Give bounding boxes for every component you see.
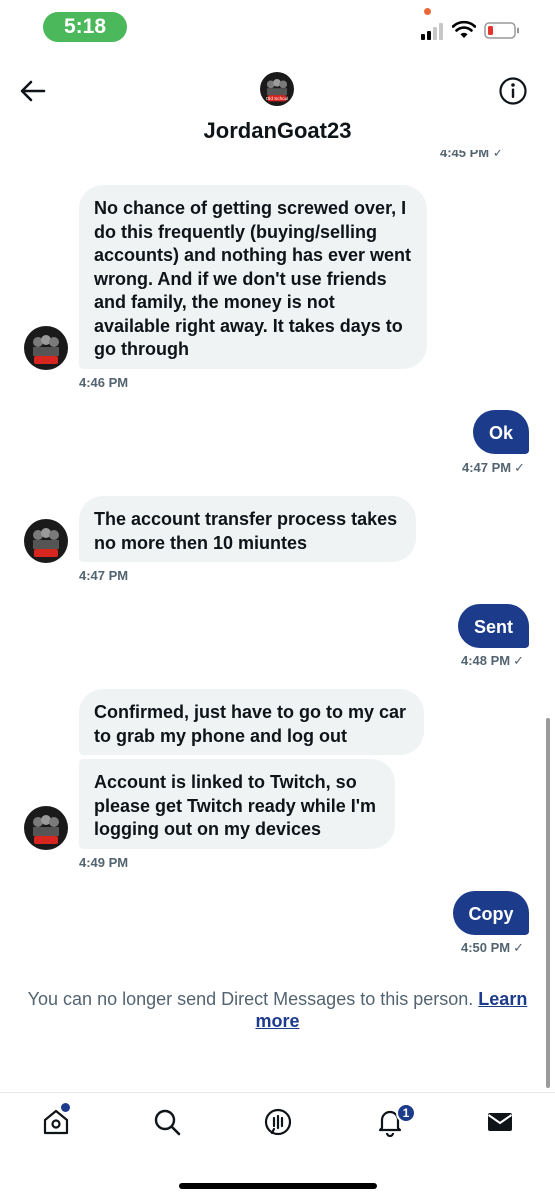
outgoing-message-bubble[interactable]: Sent [458, 604, 529, 648]
scrollbar[interactable] [546, 718, 550, 1088]
message-text: please get Twitch ready while I'm [94, 795, 377, 816]
sender-avatar[interactable] [24, 519, 68, 563]
message-timestamp: 4:50 PM ✓ [461, 940, 525, 955]
message-text: and family, the money is not [94, 292, 335, 312]
message-timestamp: 4:49 PM [79, 855, 129, 870]
message-timestamp: 4:47 PM [79, 568, 129, 583]
privacy-indicator-dot [424, 8, 431, 15]
message-timestamp: 4:47 PM ✓ [462, 460, 526, 475]
message-text: wrong. And if we don't use friends [94, 268, 387, 289]
message-text: logging out on my devices [94, 819, 322, 839]
sender-avatar[interactable] [24, 326, 68, 370]
cellular-signal-icon [421, 22, 447, 40]
learn-more-link[interactable]: more [255, 1011, 299, 1031]
notification-count-badge: 1 [396, 1103, 416, 1123]
info-icon[interactable] [498, 76, 528, 106]
notice-text: You can no longer send Direct Messages t… [27, 989, 474, 1009]
partial-timestamp: 4:45 PM ✓ [440, 150, 504, 160]
message-text: Confirmed, just have to go to my car [94, 702, 407, 722]
search-icon[interactable] [152, 1107, 182, 1137]
home-indicator[interactable] [179, 1183, 377, 1189]
message-text: accounts) and nothing has ever went [94, 245, 412, 265]
message-timestamp: 4:46 PM [79, 375, 129, 390]
learn-more-link[interactable]: Learn [478, 989, 527, 1009]
dm-restriction-notice: You can no longer send Direct Messages t… [0, 988, 555, 1032]
message-text: go through [94, 339, 189, 359]
outgoing-message-bubble[interactable]: Copy [453, 891, 529, 935]
status-time: 5:18 [43, 12, 127, 42]
message-text: No chance of getting screwed over, I [94, 198, 407, 218]
message-text: do this frequently (buying/selling [94, 221, 378, 242]
outgoing-message-bubble[interactable]: Ok [473, 410, 529, 454]
message-text: The account transfer process takes [94, 509, 398, 529]
spaces-icon[interactable] [263, 1107, 293, 1137]
messages-envelope-icon[interactable] [485, 1107, 515, 1137]
message-text: Account is linked to Twitch, so [94, 772, 357, 792]
new-content-dot [61, 1103, 70, 1112]
battery-low-icon [484, 22, 519, 39]
sent-check-icon: ✓ [514, 460, 526, 475]
incoming-message-bubble[interactable]: No chance of getting screwed over, I do … [79, 185, 427, 369]
message-text: Ok [488, 423, 513, 443]
back-arrow-icon[interactable] [18, 76, 48, 106]
contact-name[interactable]: JordanGoat23 [0, 118, 555, 144]
incoming-message-bubble[interactable]: Confirmed, just have to go to my car to … [79, 689, 424, 755]
conversation-header: Old School JordanGoat23 [0, 54, 555, 154]
sent-check-icon: ✓ [513, 653, 525, 668]
message-timestamp: 4:48 PM ✓ [461, 653, 525, 668]
message-text: to grab my phone and log out [94, 725, 347, 746]
message-text: no more then 10 miuntes [94, 532, 308, 553]
sent-check-icon: ✓ [513, 940, 525, 955]
incoming-message-bubble[interactable]: The account transfer process takes no mo… [79, 496, 416, 562]
message-text: available right away. It takes days to [94, 315, 403, 336]
contact-avatar[interactable]: Old School [260, 72, 294, 106]
sender-avatar[interactable] [24, 806, 68, 850]
avatar-logo-text: Old School [266, 96, 289, 101]
wifi-icon [452, 20, 476, 38]
status-bar: 5:18 [0, 0, 555, 54]
message-text: Copy [468, 904, 514, 924]
incoming-message-bubble[interactable]: Account is linked to Twitch, so please g… [79, 759, 395, 849]
message-text: Sent [473, 617, 513, 637]
